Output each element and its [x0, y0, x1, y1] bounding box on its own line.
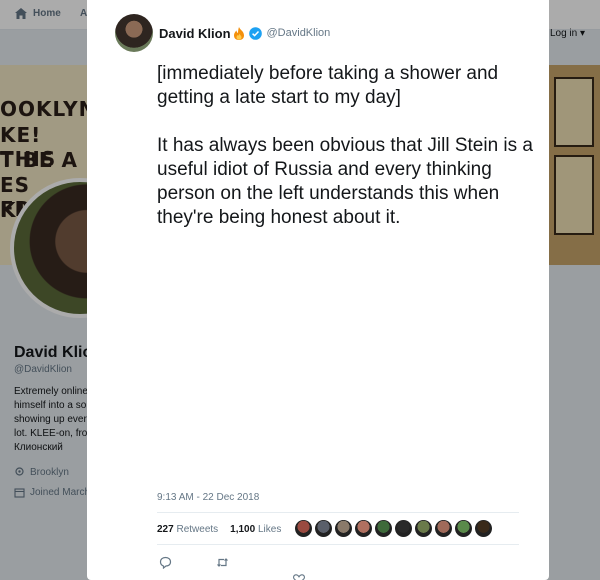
tweet-paragraph: It has always been obvious that Jill Ste…	[157, 135, 533, 228]
author-handle[interactable]: @DavidKlion	[267, 27, 331, 39]
tweet-timestamp[interactable]: 9:13 AM - 22 Dec 2018	[157, 492, 259, 503]
liker-avatar[interactable]	[455, 520, 472, 537]
tweet-stats: 227 Retweets 1,100 Likes	[157, 524, 281, 535]
tweet-author[interactable]: David Klion @DavidKlion	[115, 14, 330, 52]
likes-label: Likes	[257, 524, 282, 535]
liker-avatar[interactable]	[335, 520, 352, 537]
tweet-actions	[159, 556, 229, 569]
retweets-label: Retweets	[176, 524, 219, 535]
liker-avatar[interactable]	[375, 520, 392, 537]
reply-icon[interactable]	[159, 556, 172, 569]
retweets-stat[interactable]: 227 Retweets	[157, 524, 218, 535]
tweet-modal: David Klion @DavidKlion [immediately bef…	[87, 0, 549, 580]
liker-avatar[interactable]	[295, 520, 312, 537]
retweets-count: 227	[157, 524, 174, 535]
liker-avatars	[295, 520, 492, 537]
divider	[157, 544, 519, 545]
author-avatar[interactable]	[115, 14, 153, 52]
likes-count: 1,100	[230, 524, 256, 535]
tweet-paragraph: [immediately before taking a shower and …	[157, 63, 499, 108]
tweet-body: [immediately before taking a shower and …	[157, 62, 537, 254]
liker-avatar[interactable]	[395, 520, 412, 537]
liker-avatar[interactable]	[315, 520, 332, 537]
liker-avatar[interactable]	[435, 520, 452, 537]
liker-avatar[interactable]	[415, 520, 432, 537]
liker-avatar[interactable]	[475, 520, 492, 537]
likes-stat[interactable]: 1,100 Likes	[230, 524, 281, 535]
author-name[interactable]: David Klion	[159, 26, 231, 41]
liker-avatar[interactable]	[355, 520, 372, 537]
verified-badge-icon	[248, 26, 262, 40]
retweet-icon[interactable]	[216, 556, 229, 569]
fire-emoji-icon	[233, 26, 244, 40]
like-heart-icon[interactable]	[293, 574, 305, 580]
divider	[157, 512, 519, 513]
